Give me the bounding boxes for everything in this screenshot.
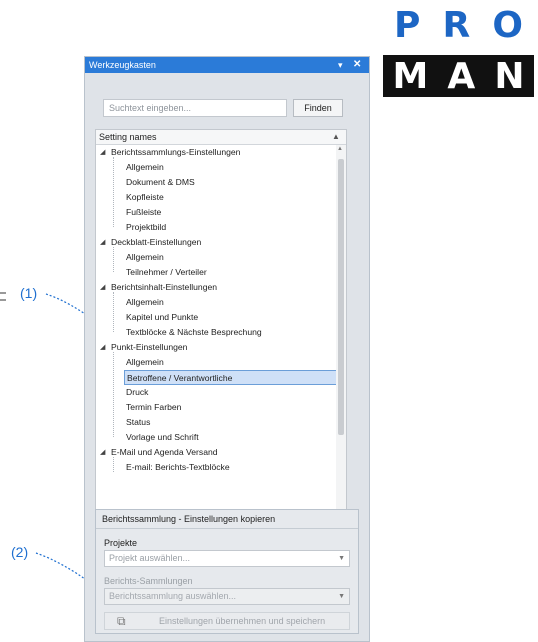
tree-category-label: Berichtssammlungs-Einstellungen (111, 147, 241, 157)
collection-select-value: Berichtssammlung auswählen... (109, 591, 237, 601)
tree-item-label: Betroffene / Verantwortliche (127, 373, 233, 383)
annotation-label-1: (1) (20, 285, 38, 301)
collections-label: Berichts-Sammlungen (104, 576, 193, 586)
logo-row-pro: P R O (383, 4, 534, 46)
sort-asc-icon[interactable]: ▲ (332, 130, 340, 144)
tree-column-header[interactable]: Setting names ▲ (96, 130, 346, 145)
column-header-label: Setting names (99, 132, 157, 142)
proman-logo: P R O M A N (383, 4, 534, 98)
scroll-up-icon[interactable]: ▲ (337, 146, 343, 152)
logo-letter: P (394, 4, 421, 46)
tree-body: ◢ Berichtssammlungs-Einstellungen Allgem… (96, 145, 346, 547)
logo-letter: M (392, 55, 429, 97)
tree-category-label: Punkt-Einstellungen (111, 342, 188, 352)
logo-letter: R (442, 4, 471, 46)
search-input[interactable]: Suchtext eingeben... (103, 99, 287, 117)
tree-item-label: Allgemein (126, 252, 164, 262)
close-icon[interactable]: ✕ (353, 57, 361, 73)
tree-item-label: Allgemein (126, 357, 164, 367)
panel-titlebar[interactable]: Werkzeugkasten ▾ ✕ (85, 57, 369, 73)
settings-tree: Setting names ▲ ◢ Berichtssammlungs-Eins… (95, 129, 347, 551)
apply-button-label: Einstellungen übernehmen und speichern (159, 616, 326, 626)
dropdown-arrow-icon[interactable]: ▼ (338, 551, 345, 566)
toolbox-panel: Werkzeugkasten ▾ ✕ Suchtext eingeben... … (84, 56, 370, 642)
tree-category-label: Deckblatt-Einstellungen (111, 237, 202, 247)
group-title: Berichtssammlung - Einstellungen kopiere… (102, 514, 276, 524)
tree-item-label: Kopfleiste (126, 192, 164, 202)
tree-guide (113, 247, 114, 272)
logo-row-man: M A N (383, 55, 534, 97)
scrollbar-thumb[interactable] (338, 159, 344, 435)
tree-item-label: Allgemein (126, 297, 164, 307)
tree-item-label: Textblöcke & Nächste Besprechung (126, 327, 262, 337)
collapse-triangle-icon[interactable]: ◢ (100, 445, 110, 460)
collapse-triangle-icon[interactable]: ◢ (100, 340, 110, 355)
tree-item-label: Projektbild (126, 222, 167, 232)
collapse-triangle-icon[interactable]: ◢ (100, 235, 110, 250)
group-divider (96, 528, 358, 529)
tree-category-label: Berichtsinhalt-Einstellungen (111, 282, 218, 292)
collapse-triangle-icon[interactable]: ◢ (100, 145, 110, 160)
apply-and-save-button[interactable]: ⧉ Einstellungen übernehmen und speichern (104, 612, 350, 630)
tree-item-label: Dokument & DMS (126, 177, 195, 187)
tree-category-label: E-Mail und Agenda Versand (111, 447, 218, 457)
collapse-triangle-icon[interactable]: ◢ (100, 280, 110, 295)
tree-guide (113, 352, 114, 437)
tree-item-label: Allgemein (126, 162, 164, 172)
dropdown-arrow-icon[interactable]: ▼ (338, 589, 345, 604)
tree-guide (113, 157, 114, 227)
tree-item-label: Druck (126, 387, 149, 397)
logo-letter: A (447, 55, 476, 97)
tree-item-label: Termin Farben (126, 402, 182, 412)
tree-item-label: Kapitel und Punkte (126, 312, 199, 322)
logo-letter: O (492, 4, 523, 46)
pin-icon[interactable]: ▾ (338, 57, 343, 73)
tree-item-label: Fußleiste (126, 207, 162, 217)
tree-item-label: Teilnehmer / Verteiler (126, 267, 207, 277)
copy-icon: ⧉ (117, 614, 126, 628)
tree-item-selected[interactable]: Betroffene / Verantwortliche (124, 370, 346, 385)
annotation-label-2: (2) (11, 544, 29, 560)
copy-settings-group: Berichtssammlung - Einstellungen kopiere… (95, 509, 359, 634)
logo-letter: N (494, 55, 525, 97)
panel-title: Werkzeugkasten (89, 60, 156, 70)
tree-item-label: E-mail: Berichts-Textblöcke (126, 462, 230, 472)
tree-item-label: Status (126, 417, 151, 427)
project-select[interactable]: Projekt auswählen... ▼ (104, 550, 350, 567)
find-button[interactable]: Finden (293, 99, 343, 117)
collection-select[interactable]: Berichtssammlung auswählen... ▼ (104, 588, 350, 605)
tree-item-label: Vorlage und Schrift (126, 432, 199, 442)
project-select-value: Projekt auswählen... (109, 553, 191, 563)
tree-scrollbar[interactable]: ▲ ▼ (336, 145, 346, 547)
tree-guide (113, 292, 114, 332)
projects-label: Projekte (104, 538, 138, 548)
